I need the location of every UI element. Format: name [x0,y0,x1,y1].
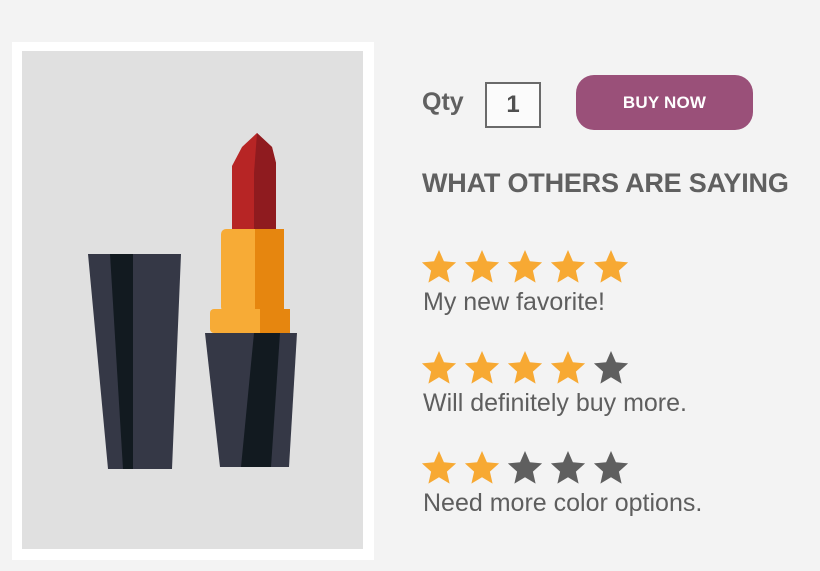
star-filled-icon [507,250,543,283]
star-filled-icon [593,250,629,283]
lipstick-cap [88,254,181,469]
lipstick-tube-collar-shade [260,309,290,333]
star-filled-icon [464,250,500,283]
lipstick-bullet-shade [254,133,276,231]
star-filled-icon [550,351,586,384]
qty-input[interactable] [485,82,541,128]
reviews-heading: WHAT OTHERS ARE SAYING [422,168,789,198]
star-filled-icon [421,351,457,384]
buy-now-button[interactable]: BUY NOW [576,75,753,130]
star-filled-icon [464,451,500,484]
product-image-frame [12,42,374,560]
star-empty-icon [507,451,543,484]
review-text: My new favorite! [423,288,606,316]
star-empty-icon [550,451,586,484]
review-text: Need more color options. [423,489,703,517]
review-text: Will definitely buy more. [423,389,687,417]
lipstick-tube-shade [255,229,284,312]
star-empty-icon [593,351,629,384]
star-empty-icon [593,451,629,484]
star-filled-icon [421,451,457,484]
lipstick-illustration [88,133,297,469]
qty-label: Qty [422,88,464,116]
star-filled-icon [507,351,543,384]
star-filled-icon [550,250,586,283]
star-filled-icon [464,351,500,384]
product-image [22,51,363,549]
star-filled-icon [421,250,457,283]
